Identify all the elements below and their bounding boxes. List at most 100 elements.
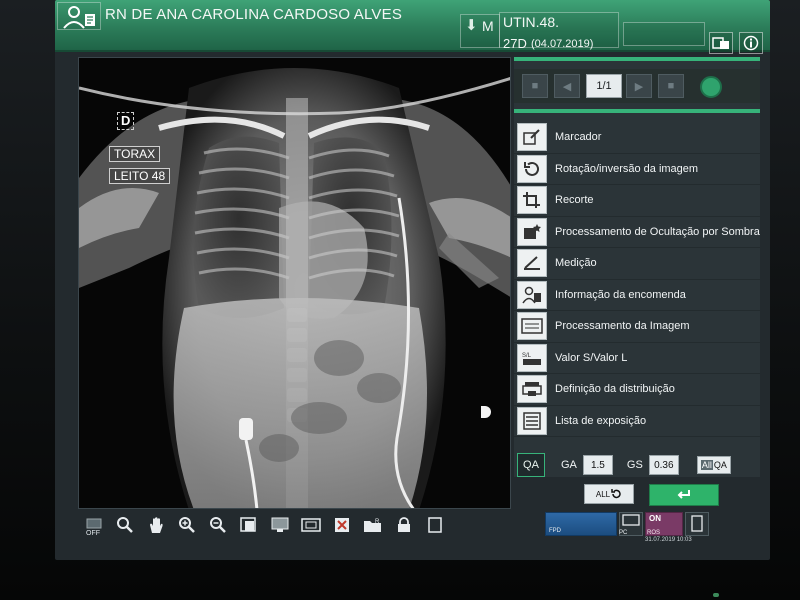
distribution-icon: [517, 375, 547, 404]
monitor-icon: [271, 517, 288, 532]
bed-label: LEITO 48: [109, 168, 171, 184]
power-led: [713, 593, 719, 597]
zoom-in-icon: [178, 517, 195, 533]
fit-button[interactable]: [233, 514, 264, 536]
exposure-list-icon: [517, 406, 547, 435]
all-qa-qa-label: QA: [713, 460, 727, 470]
all-rotate-button[interactable]: ALL: [584, 484, 634, 504]
last-page-icon: ■: [667, 80, 675, 92]
pan-button[interactable]: [140, 514, 171, 536]
confirm-status-icon[interactable]: [700, 76, 722, 98]
menu-item-measure[interactable]: Medição: [514, 248, 760, 280]
first-page-button[interactable]: ■: [522, 74, 548, 98]
qa-button[interactable]: QA: [517, 453, 545, 477]
empty-header-field: [623, 22, 705, 46]
menu-item-exposure-list[interactable]: Lista de exposição: [514, 406, 760, 437]
measure-icon: [517, 249, 547, 278]
download-arrow-icon: ⬇: [465, 17, 478, 34]
age-label: 27D: [503, 36, 527, 51]
zoom-in-button[interactable]: [171, 514, 202, 536]
status-datetime: 31.07.2019 10:03: [645, 537, 692, 543]
panel-mid-rule: [514, 109, 760, 113]
lock-icon: [397, 517, 410, 532]
chest-xray-image: [79, 58, 510, 508]
menu-label: Rotação/inversão da imagem: [555, 162, 699, 175]
lock-button[interactable]: [388, 514, 419, 536]
order-info-icon: [517, 280, 547, 309]
patient-header: RN DE ANA CAROLINA CARDOSO ALVES ⬇ M UTI…: [55, 0, 770, 54]
reject-button[interactable]: [326, 514, 357, 536]
tools-menu: Marcador Rotação/inversão da imagem Reco…: [514, 122, 760, 437]
menu-item-image-processing[interactable]: Processamento da Imagem: [514, 311, 760, 343]
ros-label: ROS: [647, 530, 661, 536]
off-label: OFF: [86, 530, 100, 537]
device-status-bar: FPD PC ON ROS 31.07.2019 10:03: [545, 510, 715, 546]
menu-label: Informação da encomenda: [555, 288, 686, 301]
blank-button[interactable]: [419, 514, 450, 536]
patient-icon-box[interactable]: [57, 2, 101, 30]
fpd-label: FPD: [549, 528, 561, 534]
ok-button[interactable]: [649, 484, 719, 506]
all-qa-button[interactable]: All QA: [696, 456, 731, 474]
image-processing-icon: [517, 312, 547, 341]
ga-value-field[interactable]: 1.5: [582, 455, 613, 475]
menu-item-order-info[interactable]: Informação da encomenda: [514, 280, 760, 311]
menu-label: Recorte: [555, 194, 594, 207]
return-arrow-icon: [677, 490, 690, 499]
patient-info-icon: [63, 6, 95, 29]
pc-monitor-icon: [622, 514, 640, 526]
menu-item-crop[interactable]: Recorte: [514, 185, 760, 217]
menu-label: Valor S/Valor L: [555, 351, 628, 364]
shadow-mask-icon: [517, 217, 547, 246]
svg-text:S/L: S/L: [522, 353, 532, 359]
info-icon: [743, 35, 759, 51]
page-navigation: ■ ◀ 1/1 ▶ ■: [514, 69, 760, 103]
marker-icon: [517, 123, 547, 152]
last-page-button[interactable]: ■: [658, 74, 684, 98]
all-label: ALL: [595, 489, 611, 499]
qa-row: QA GA 1.5 GS 0.36 All QA: [514, 450, 760, 480]
fpd-status[interactable]: FPD: [545, 512, 617, 536]
ward-label: UTIN.48.: [503, 14, 560, 30]
crop-icon: [517, 186, 547, 215]
menu-label: Processamento de Ocultação por Sombra: [555, 225, 760, 238]
fit-icon: [239, 517, 256, 532]
folder-button[interactable]: R: [357, 514, 388, 536]
menu-item-shadow-mask[interactable]: Processamento de Ocultação por Sombra: [514, 217, 760, 248]
study-date: (04.07.2019): [531, 38, 594, 50]
study-list-button[interactable]: [709, 32, 733, 54]
split-icon: [300, 518, 321, 532]
prev-page-button[interactable]: ◀: [554, 74, 580, 98]
gs-value-field[interactable]: 0.36: [648, 455, 679, 475]
menu-item-marker[interactable]: Marcador: [514, 122, 760, 154]
on-label: ON: [649, 514, 661, 523]
zoom-out-button[interactable]: [202, 514, 233, 536]
menu-item-distribution[interactable]: Definição da distribuição: [514, 374, 760, 406]
menu-item-sl-value[interactable]: S/L Valor S/Valor L: [514, 343, 760, 374]
screen: RN DE ANA CAROLINA CARDOSO ALVES ⬇ M UTI…: [55, 0, 770, 560]
pc-label: PC: [619, 530, 628, 536]
panel-top-rule: [514, 57, 760, 61]
sl-value-icon: S/L: [517, 343, 547, 372]
image-toolbar: OFF R: [78, 512, 511, 538]
rotate-back-icon: [611, 489, 621, 499]
menu-item-rotate[interactable]: Rotação/inversão da imagem: [514, 154, 760, 185]
first-page-icon: ■: [531, 80, 539, 92]
menu-label: Marcador: [555, 131, 602, 144]
tools-panel: ■ ◀ 1/1 ▶ ■ Marcador Rotação/inversão da…: [514, 57, 760, 477]
info-button[interactable]: [739, 32, 763, 54]
zoom-button[interactable]: [109, 514, 140, 536]
next-page-button[interactable]: ▶: [626, 74, 652, 98]
monitor-button[interactable]: [264, 514, 295, 536]
image-viewport[interactable]: D TORAX LEITO 48: [78, 57, 511, 509]
rotate-icon: [517, 154, 547, 183]
all-qa-all-label: All: [700, 460, 713, 470]
split-button[interactable]: [295, 514, 326, 536]
display-off-button[interactable]: OFF: [78, 514, 109, 537]
orientation-marker: D: [117, 112, 135, 130]
menu-label: Medição: [555, 257, 597, 270]
menu-label: Processamento da Imagem: [555, 320, 690, 333]
menu-label: Lista de exposição: [555, 414, 647, 427]
card-status[interactable]: [685, 512, 709, 536]
zoom-icon: [116, 517, 133, 533]
